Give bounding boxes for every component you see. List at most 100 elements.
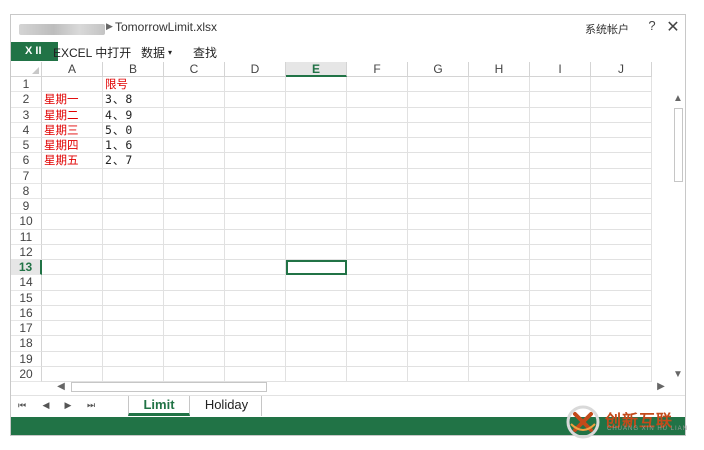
cell-g7[interactable] [408,168,469,184]
cell-i9[interactable] [530,199,591,215]
cell-f6[interactable] [347,153,408,169]
cell-e3[interactable] [286,107,347,123]
cell-j1[interactable] [591,77,652,93]
cell-c16[interactable] [164,305,225,321]
close-button[interactable]: ✕ [665,17,681,37]
cell-j13[interactable] [591,260,652,276]
row-header-18[interactable]: 18 [11,336,42,352]
cell-h10[interactable] [469,214,530,230]
first-sheet-icon[interactable]: ⏮ [17,400,27,411]
cell-g9[interactable] [408,199,469,215]
cell-c3[interactable] [164,107,225,123]
column-header-e[interactable]: E [286,62,347,77]
row-header-8[interactable]: 8 [11,183,42,199]
cell-f18[interactable] [347,336,408,352]
account-name[interactable]: 系统帐户 [585,21,629,37]
cell-i6[interactable] [530,153,591,169]
cell-i17[interactable] [530,321,591,337]
cell-b16[interactable] [103,305,164,321]
cell-c1[interactable] [164,77,225,93]
cell-h7[interactable] [469,168,530,184]
cell-f11[interactable] [347,229,408,245]
cell-f7[interactable] [347,168,408,184]
row-header-15[interactable]: 15 [11,290,42,306]
cell-a9[interactable] [42,199,103,215]
cell-a10[interactable] [42,214,103,230]
row-header-4[interactable]: 4 [11,122,42,138]
cell-f4[interactable] [347,122,408,138]
column-header-d[interactable]: D [225,62,286,77]
cell-h15[interactable] [469,290,530,306]
cell-b1[interactable]: 限号 [103,77,164,93]
cell-g14[interactable] [408,275,469,291]
cell-j17[interactable] [591,321,652,337]
cell-b19[interactable] [103,351,164,367]
last-sheet-icon[interactable]: ⏭ [86,400,96,411]
cell-i11[interactable] [530,229,591,245]
row-header-19[interactable]: 19 [11,351,42,367]
cell-i8[interactable] [530,183,591,199]
cell-a1[interactable] [42,77,103,93]
cell-j9[interactable] [591,199,652,215]
cell-g5[interactable] [408,138,469,154]
cell-j18[interactable] [591,336,652,352]
cell-e8[interactable] [286,183,347,199]
cell-f16[interactable] [347,305,408,321]
cell-i16[interactable] [530,305,591,321]
cell-c13[interactable] [164,260,225,276]
cell-c5[interactable] [164,138,225,154]
cell-d14[interactable] [225,275,286,291]
scroll-right-icon[interactable]: ▶ [655,380,667,394]
cell-h16[interactable] [469,305,530,321]
cell-a18[interactable] [42,336,103,352]
cell-e19[interactable] [286,351,347,367]
cell-b17[interactable] [103,321,164,337]
cell-c4[interactable] [164,122,225,138]
cell-a4[interactable]: 星期三 [42,122,103,138]
cell-h13[interactable] [469,260,530,276]
help-button[interactable]: ? [645,18,659,33]
cell-h9[interactable] [469,199,530,215]
scroll-left-icon[interactable]: ◀ [55,380,67,394]
vertical-scrollbar[interactable]: ▲ ▼ [671,92,685,382]
cell-j12[interactable] [591,244,652,260]
cell-d12[interactable] [225,244,286,260]
cell-a7[interactable] [42,168,103,184]
cell-a13[interactable] [42,260,103,276]
cell-g4[interactable] [408,122,469,138]
row-header-3[interactable]: 3 [11,107,42,123]
cell-e11[interactable] [286,229,347,245]
cell-f5[interactable] [347,138,408,154]
cell-g11[interactable] [408,229,469,245]
cell-h8[interactable] [469,183,530,199]
cell-j11[interactable] [591,229,652,245]
row-header-7[interactable]: 7 [11,168,42,184]
cell-e10[interactable] [286,214,347,230]
row-header-16[interactable]: 16 [11,305,42,321]
cell-d18[interactable] [225,336,286,352]
cell-h19[interactable] [469,351,530,367]
cell-f13[interactable] [347,260,408,276]
cell-j8[interactable] [591,183,652,199]
row-header-9[interactable]: 9 [11,199,42,215]
cell-d3[interactable] [225,107,286,123]
prev-sheet-icon[interactable]: ◀ [41,400,51,411]
cell-j10[interactable] [591,214,652,230]
cell-a19[interactable] [42,351,103,367]
cell-j5[interactable] [591,138,652,154]
cell-b9[interactable] [103,199,164,215]
horizontal-scrollbar[interactable]: ◀ ▶ [55,380,667,394]
column-header-g[interactable]: G [408,62,469,77]
column-header-j[interactable]: J [591,62,652,77]
cell-c2[interactable] [164,92,225,108]
cell-e9[interactable] [286,199,347,215]
cell-f2[interactable] [347,92,408,108]
cell-d13[interactable] [225,260,286,276]
cell-a15[interactable] [42,290,103,306]
row-header-5[interactable]: 5 [11,138,42,154]
cell-g12[interactable] [408,244,469,260]
cell-b15[interactable] [103,290,164,306]
cell-e18[interactable] [286,336,347,352]
cell-i1[interactable] [530,77,591,93]
scroll-down-icon[interactable]: ▼ [671,368,685,382]
